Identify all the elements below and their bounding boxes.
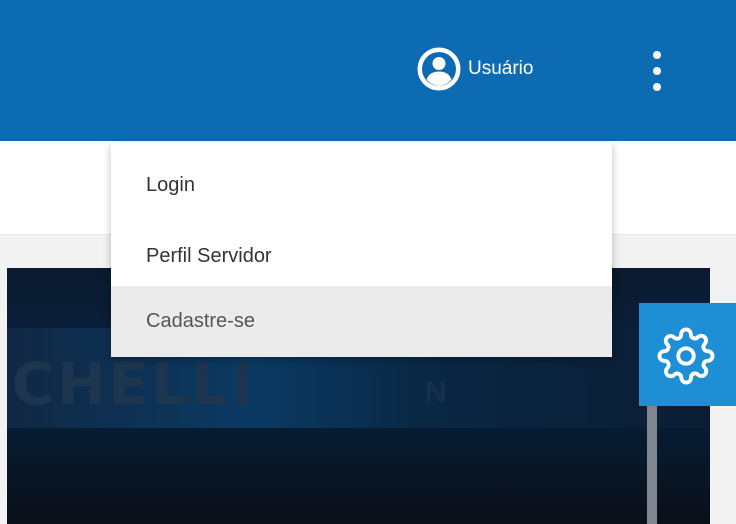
banner-text: ICHELLI [7,350,256,418]
menu-item-login[interactable]: Login [111,150,612,221]
user-dropdown-menu: Login Perfil Servidor Cadastre-se [111,142,612,357]
more-vertical-icon [653,51,661,59]
top-navbar: Usuário [0,0,736,141]
more-options-button[interactable] [645,44,669,98]
user-menu-button[interactable]: Usuário [416,46,533,92]
background-pole [647,402,657,524]
user-menu-label: Usuário [468,58,534,79]
gear-icon [657,327,715,385]
settings-button[interactable] [639,303,736,406]
banner-mark: N [425,376,447,409]
user-circle-icon [417,47,461,91]
menu-item-cadastre-se[interactable]: Cadastre-se [111,286,612,357]
menu-item-perfil-servidor[interactable]: Perfil Servidor [111,221,612,292]
